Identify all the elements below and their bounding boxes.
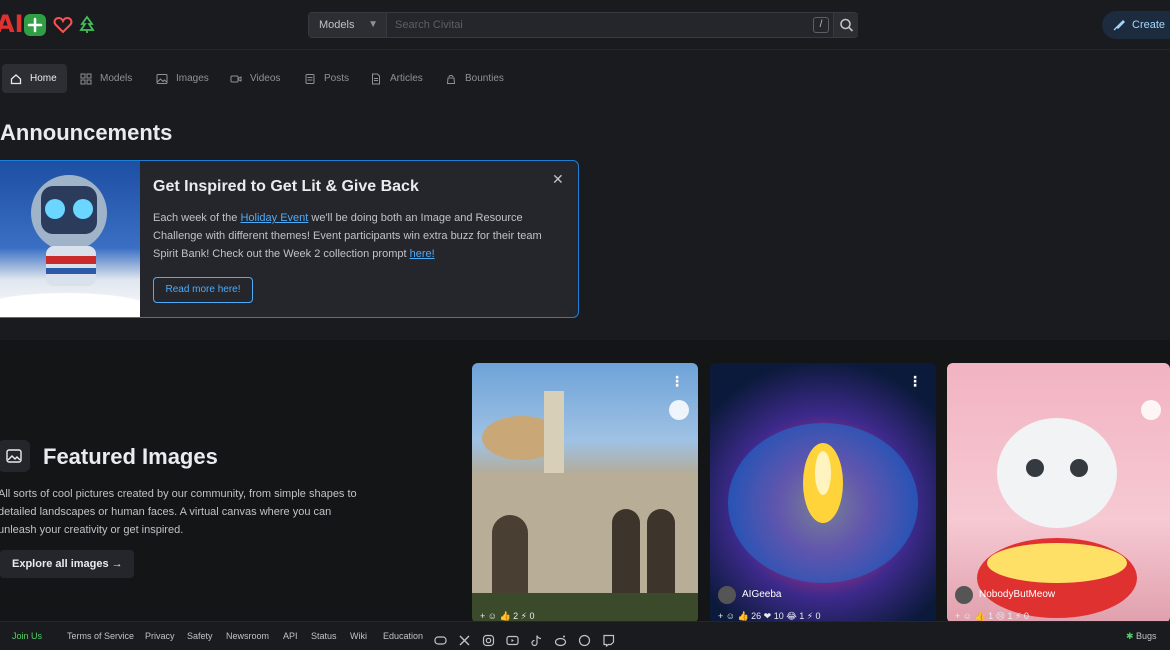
explore-images-label: Explore all images bbox=[12, 558, 109, 570]
christmas-tree-icon[interactable] bbox=[76, 14, 98, 36]
grid-icon bbox=[80, 73, 92, 85]
explore-images-button[interactable]: Explore all images → bbox=[0, 550, 134, 578]
nav-item-home[interactable]: Home bbox=[2, 64, 67, 93]
featured-image-card[interactable]: ⋮ + ☺ 👍 2 ⚡ 0 bbox=[472, 363, 698, 623]
search-scope-select[interactable]: Models ▼ bbox=[309, 13, 387, 37]
avatar bbox=[718, 586, 736, 604]
search-scope-label: Models bbox=[319, 19, 355, 31]
instagram-icon[interactable] bbox=[482, 630, 495, 647]
footer-newsroom[interactable]: Newsroom bbox=[226, 622, 269, 650]
nav-item-images[interactable]: Images bbox=[148, 64, 219, 93]
nav-item-articles[interactable]: Articles bbox=[362, 64, 433, 93]
featured-image-card[interactable]: NobodyButMeow + ☺ 👍 1 😢 1 ⚡ 0 bbox=[947, 363, 1170, 623]
github-icon[interactable] bbox=[578, 630, 591, 647]
tiktok-icon[interactable] bbox=[530, 630, 543, 647]
image-icon bbox=[0, 440, 30, 472]
close-icon[interactable]: ✕ bbox=[552, 171, 564, 188]
nav-label-posts: Posts bbox=[324, 73, 350, 84]
create-label: Create bbox=[1132, 19, 1166, 31]
civitai-logo[interactable]: AI bbox=[0, 12, 24, 36]
announcement-body: Each week of the Holiday Event we'll be … bbox=[153, 209, 563, 263]
more-options-icon[interactable]: ⋮ bbox=[670, 373, 684, 390]
nav-label-home: Home bbox=[30, 73, 57, 84]
nav-label-images: Images bbox=[176, 73, 209, 84]
nav-item-models[interactable]: Models bbox=[72, 64, 142, 93]
read-more-button[interactable]: Read more here! bbox=[153, 277, 253, 303]
posts-icon bbox=[305, 74, 315, 84]
footer-status[interactable]: Status bbox=[311, 622, 337, 650]
search-icon bbox=[840, 18, 854, 32]
link-icon[interactable] bbox=[1141, 400, 1161, 420]
author-name: AIGeeba bbox=[742, 589, 782, 600]
bugs-button[interactable]: ✱ Bugs bbox=[1126, 622, 1157, 650]
chevron-down-icon: ▼ bbox=[368, 19, 378, 30]
plus-icon[interactable] bbox=[24, 14, 46, 36]
featured-images-title: Featured Images bbox=[43, 444, 218, 469]
announcement-image bbox=[0, 161, 140, 317]
reddit-icon[interactable] bbox=[554, 630, 567, 647]
nav-label-articles: Articles bbox=[390, 73, 423, 84]
nav-label-bounties: Bounties bbox=[465, 73, 504, 84]
heart-icon[interactable] bbox=[52, 14, 74, 36]
footer-api[interactable]: API bbox=[283, 622, 298, 650]
holiday-event-link[interactable]: Holiday Event bbox=[240, 212, 308, 224]
nav-label-videos: Videos bbox=[250, 73, 281, 84]
create-button[interactable]: Create bbox=[1102, 11, 1170, 39]
avatar bbox=[955, 586, 973, 604]
search-bar: Models ▼ / bbox=[308, 12, 858, 38]
bugs-label: Bugs bbox=[1136, 631, 1157, 641]
nav-item-posts[interactable]: Posts bbox=[296, 64, 359, 93]
image-icon bbox=[156, 74, 168, 84]
twitch-icon[interactable] bbox=[602, 630, 615, 648]
home-icon bbox=[10, 74, 22, 85]
card-author[interactable]: NobodyButMeow bbox=[955, 585, 1055, 605]
top-header: AI Models ▼ / Create bbox=[0, 0, 1170, 50]
footer-privacy[interactable]: Privacy bbox=[145, 622, 175, 650]
arrow-right-icon: → bbox=[111, 558, 123, 570]
announcements-heading: Announcements bbox=[0, 120, 173, 145]
footer-education[interactable]: Education bbox=[383, 622, 423, 650]
author-name: NobodyButMeow bbox=[979, 589, 1056, 600]
footer-wiki[interactable]: Wiki bbox=[350, 622, 367, 650]
featured-image-card[interactable]: ⋮ AIGeeba + ☺ 👍 26 ❤ 10 😂 1 ⚡ 0 bbox=[710, 363, 936, 623]
collection-prompt-link[interactable]: here! bbox=[410, 248, 435, 260]
card-author[interactable]: AIGeeba bbox=[718, 585, 781, 605]
bug-icon: ✱ bbox=[1126, 631, 1137, 641]
footer-terms[interactable]: Terms of Service bbox=[67, 622, 134, 650]
featured-images-description: All sorts of cool pictures created by ou… bbox=[0, 488, 357, 536]
x-icon[interactable] bbox=[458, 630, 471, 646]
link-icon[interactable] bbox=[669, 400, 689, 420]
brush-icon bbox=[1113, 20, 1125, 31]
bounty-icon bbox=[446, 75, 456, 84]
footer-join-us[interactable]: Join Us bbox=[12, 622, 42, 650]
announcement-card: Get Inspired to Get Lit & Give Back Each… bbox=[0, 160, 579, 318]
video-icon bbox=[230, 75, 242, 83]
search-input[interactable] bbox=[395, 13, 805, 37]
footer: Join Us Terms of Service Privacy Safety … bbox=[0, 621, 1170, 650]
youtube-icon[interactable] bbox=[506, 630, 519, 646]
article-icon bbox=[372, 73, 380, 85]
nav-label-models: Models bbox=[100, 73, 133, 84]
announcement-text-1: Each week of the bbox=[153, 212, 241, 224]
nav-item-bounties[interactable]: Bounties bbox=[437, 64, 514, 93]
search-button[interactable] bbox=[833, 13, 858, 37]
search-shortcut-key: / bbox=[813, 17, 829, 33]
announcement-title: Get Inspired to Get Lit & Give Back bbox=[153, 178, 419, 195]
nav-item-videos[interactable]: Videos bbox=[222, 64, 290, 93]
footer-safety[interactable]: Safety bbox=[187, 622, 213, 650]
more-options-icon[interactable]: ⋮ bbox=[908, 373, 922, 390]
discord-icon[interactable] bbox=[434, 630, 447, 645]
